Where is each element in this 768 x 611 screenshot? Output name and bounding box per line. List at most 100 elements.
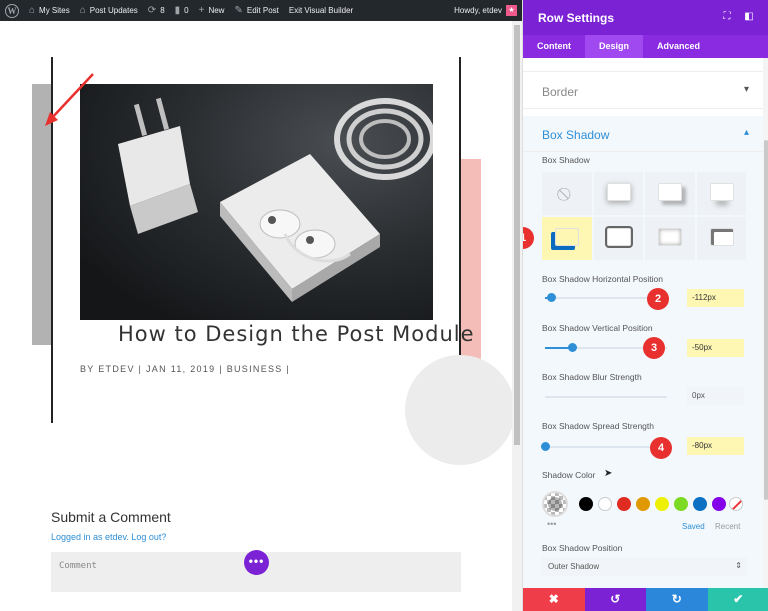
color-swatch[interactable] — [636, 497, 650, 511]
comment-section-title: Submit a Comment — [51, 509, 171, 525]
redo-icon: ↻ — [671, 592, 682, 606]
blur-strength-slider[interactable] — [545, 396, 667, 398]
preset-7[interactable] — [696, 217, 746, 260]
annotation-badge-3: 3 — [643, 337, 665, 359]
expand-icon[interactable]: ⛶ — [720, 10, 734, 24]
exit-visual-builder-link[interactable]: Exit Visual Builder — [284, 0, 358, 21]
sizing-section-partial — [523, 58, 763, 72]
home-icon: ⌂ — [79, 5, 86, 16]
mouse-cursor-icon: ➤ — [604, 468, 613, 479]
preset-6[interactable] — [645, 217, 695, 260]
select-arrows-icon: ⇕ — [735, 561, 742, 570]
decorative-circle — [405, 355, 512, 465]
chevron-up-icon: ▴ — [743, 127, 749, 138]
updates-menu[interactable]: ⟳ 8 — [143, 0, 170, 21]
saved-colors-tab[interactable]: Saved — [682, 522, 705, 531]
border-section-label: Border — [542, 85, 579, 99]
clear-color-swatch[interactable] — [729, 497, 743, 511]
comments-count: 0 — [184, 6, 189, 15]
builder-menu-button[interactable]: ••• — [244, 550, 269, 575]
box-shadow-section-label: Box Shadow — [542, 128, 610, 142]
preset-5[interactable] — [593, 217, 643, 260]
featured-image[interactable] — [80, 84, 433, 320]
shadow-position-select[interactable]: Outer Shadow ⇕ — [542, 557, 747, 576]
shadow-position-label: Box Shadow Position — [542, 543, 623, 553]
discard-button[interactable]: ✖ — [523, 588, 585, 611]
howdy-label: Howdy, etdev — [454, 6, 502, 15]
color-swatch[interactable] — [712, 497, 726, 511]
spread-strength-label: Box Shadow Spread Strength — [542, 421, 654, 431]
close-icon: ✖ — [548, 592, 559, 606]
save-button[interactable]: ✔ — [707, 588, 768, 611]
avatar: ★ — [506, 5, 517, 16]
post-meta: BY ETDEV | JAN 11, 2019 | BUSINESS | — [80, 364, 291, 374]
my-sites-menu[interactable]: ⌂ My Sites — [24, 0, 75, 21]
color-picker-button[interactable] — [542, 491, 568, 517]
color-swatch[interactable] — [674, 497, 688, 511]
comments-menu[interactable]: ▮ 0 — [170, 0, 194, 21]
check-icon: ✔ — [733, 592, 744, 606]
page-preview: How to Design the Post Module BY ETDEV |… — [0, 21, 512, 611]
tab-content[interactable]: Content — [523, 35, 585, 58]
no-shadow-icon: ⃠ — [542, 172, 592, 215]
recent-colors-tab[interactable]: Recent — [715, 522, 740, 531]
new-label: New — [208, 6, 225, 15]
tab-advanced[interactable]: Advanced — [643, 35, 714, 58]
panel-footer: ✖ ↺ ↻ ✔ — [523, 588, 768, 611]
shadow-color-label: Shadow Color — [542, 470, 596, 480]
logged-in-link[interactable]: Logged in as etdev. Log out? — [51, 532, 166, 542]
annotation-badge-2: 2 — [647, 288, 669, 310]
color-swatch[interactable] — [693, 497, 707, 511]
wordpress-icon: W — [5, 3, 19, 18]
red-arrow-annotation — [45, 73, 94, 126]
box-shadow-label: Box Shadow — [542, 155, 590, 165]
more-options-icon[interactable]: ••• — [547, 519, 556, 529]
blur-strength-input[interactable]: 0px — [687, 387, 744, 405]
horizontal-position-input[interactable]: -112px — [687, 289, 744, 307]
updates-count: 8 — [160, 6, 165, 15]
preset-1[interactable] — [593, 172, 643, 215]
shadow-position-value: Outer Shadow — [548, 562, 600, 571]
panel-header[interactable]: Row Settings ⛶ ◧ — [523, 0, 768, 35]
post-title[interactable]: How to Design the Post Module — [118, 322, 475, 346]
plus-icon: + — [198, 5, 205, 16]
wp-logo-menu[interactable]: W — [0, 0, 24, 21]
undo-button[interactable]: ↺ — [584, 588, 646, 611]
sidebar-toggle-icon[interactable]: ◧ — [742, 10, 756, 24]
spread-strength-slider[interactable] — [541, 442, 667, 451]
border-section-toggle[interactable]: Border ▾ — [523, 73, 763, 109]
preset-3[interactable] — [696, 172, 746, 215]
panel-body: Border ▾ Box Shadow ▴ Box Shadow ⃠ 1 — [523, 58, 763, 588]
vertical-position-input[interactable]: -50px — [687, 339, 744, 357]
my-sites-label: My Sites — [39, 6, 70, 15]
page-scrollbar[interactable] — [512, 21, 522, 611]
vertical-position-label: Box Shadow Vertical Position — [542, 323, 653, 333]
horizontal-position-label: Box Shadow Horizontal Position — [542, 274, 663, 284]
blur-strength-label: Box Shadow Blur Strength — [542, 372, 642, 382]
color-swatch[interactable] — [617, 497, 631, 511]
color-swatch[interactable] — [579, 497, 593, 511]
panel-scrollbar[interactable] — [763, 58, 768, 588]
preset-none[interactable]: ⃠ — [542, 172, 592, 215]
color-swatch[interactable] — [655, 497, 669, 511]
spread-strength-input[interactable]: -80px — [687, 437, 744, 455]
tab-design[interactable]: Design — [585, 35, 644, 58]
redo-button[interactable]: ↻ — [646, 588, 708, 611]
edit-post-link[interactable]: ✎ Edit Post — [229, 0, 283, 21]
charger-earphones-image — [80, 84, 433, 320]
preset-2[interactable] — [645, 172, 695, 215]
dots-icon: ••• — [248, 554, 265, 568]
annotation-badge-4: 4 — [650, 437, 672, 459]
slider-handle[interactable] — [541, 442, 550, 451]
chevron-down-icon: ▾ — [743, 84, 749, 95]
undo-icon: ↺ — [610, 592, 621, 606]
slider-handle[interactable] — [567, 343, 577, 352]
color-swatch[interactable] — [598, 497, 612, 511]
new-content-menu[interactable]: + New — [194, 0, 230, 21]
box-shadow-section-toggle[interactable]: Box Shadow ▴ — [523, 116, 763, 152]
account-menu[interactable]: Howdy, etdev ★ — [449, 0, 522, 21]
preset-4[interactable] — [542, 217, 592, 260]
post-updates-menu[interactable]: ⌂ Post Updates — [75, 0, 143, 21]
post-updates-label: Post Updates — [89, 6, 138, 15]
comment-bubble-icon: ▮ — [174, 5, 181, 16]
